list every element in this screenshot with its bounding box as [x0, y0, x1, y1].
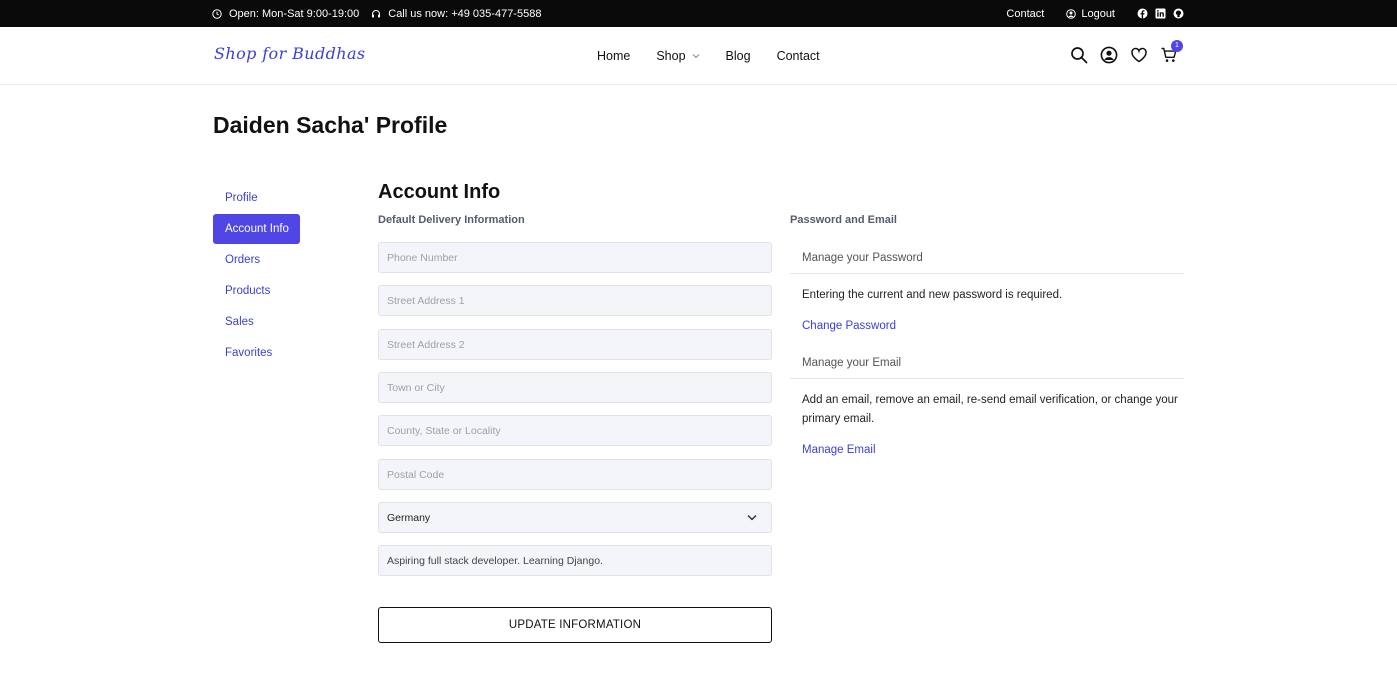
street-address-2-input[interactable]: Street Address 2 — [378, 329, 772, 360]
delivery-info-heading: Default Delivery Information — [378, 214, 525, 226]
account-icon[interactable] — [1100, 46, 1118, 64]
sidebar-item-account-info[interactable]: Account Info — [213, 214, 300, 244]
heart-icon[interactable] — [1130, 46, 1148, 64]
manage-email-link[interactable]: Manage Email — [802, 444, 876, 456]
postal-code-input[interactable]: Postal Code — [378, 459, 772, 490]
search-icon[interactable] — [1070, 46, 1088, 64]
headset-icon — [372, 9, 381, 17]
top-contact-link[interactable]: Contact — [1006, 8, 1044, 20]
street-address-1-input[interactable]: Street Address 1 — [378, 285, 772, 316]
change-password-link[interactable]: Change Password — [802, 320, 896, 332]
opening-hours-text: Open: Mon-Sat 9:00-19:00 — [229, 7, 360, 20]
email-description: Add an email, remove an email, re-send e… — [802, 394, 1178, 425]
profile-sidebar: Profile Account Info Orders Products Sal… — [213, 183, 303, 369]
nav-shop[interactable]: Shop — [656, 49, 699, 63]
manage-password-title: Manage your Password — [790, 242, 1184, 274]
linkedin-icon[interactable] — [1155, 8, 1166, 19]
sidebar-item-sales[interactable]: Sales — [213, 307, 303, 337]
bio-input[interactable]: Aspiring full stack developer. Learning … — [378, 545, 772, 576]
sidebar-item-orders[interactable]: Orders — [213, 245, 303, 275]
sidebar-item-products[interactable]: Products — [213, 276, 303, 306]
country-select[interactable]: Germany — [378, 502, 772, 533]
nav-home[interactable]: Home — [597, 49, 630, 63]
password-email-heading: Password and Email — [790, 214, 897, 226]
nav-blog[interactable]: Blog — [726, 49, 751, 63]
update-information-button[interactable]: UPDATE INFORMATION — [378, 607, 772, 643]
main-navbar: Shop for Buddhas Home Shop Blog Contact … — [0, 27, 1397, 85]
cart-button[interactable]: 1 — [1160, 40, 1183, 64]
nav-icon-group: 1 — [1070, 40, 1190, 64]
county-state-input[interactable]: County, State or Locality — [378, 415, 772, 446]
chevron-down-icon — [747, 515, 757, 521]
main-nav: Home Shop Blog Contact — [597, 27, 846, 85]
facebook-icon[interactable] — [1137, 8, 1148, 19]
phone-number-input[interactable]: Phone Number — [378, 242, 772, 273]
password-description: Entering the current and new password is… — [802, 289, 1063, 301]
phone-text: Call us now: +49 035-477-5588 — [388, 7, 542, 20]
top-bar: Open: Mon-Sat 9:00-19:00 Call us now: +4… — [0, 0, 1397, 27]
sidebar-item-favorites[interactable]: Favorites — [213, 338, 303, 368]
section-title: Account Info — [378, 181, 501, 203]
country-select-value: Germany — [387, 511, 431, 524]
nav-shop-label: Shop — [656, 49, 686, 63]
logout-label: Logout — [1081, 7, 1115, 20]
sidebar-item-profile[interactable]: Profile — [213, 183, 303, 213]
opening-hours: Open: Mon-Sat 9:00-19:00 — [212, 8, 359, 20]
page-title: Daiden Sacha' Profile — [213, 112, 448, 138]
top-bar-actions: Contact Logout — [984, 0, 1184, 27]
site-logo[interactable]: Shop for Buddhas — [214, 44, 366, 63]
top-bar-info: Open: Mon-Sat 9:00-19:00 Call us now: +4… — [212, 0, 553, 27]
phone-info: Call us now: +49 035-477-5588 — [371, 8, 541, 20]
clock-icon — [212, 8, 222, 19]
logout-link[interactable]: Logout — [1066, 8, 1115, 20]
chevron-down-icon — [692, 54, 699, 59]
nav-contact[interactable]: Contact — [777, 49, 820, 63]
town-city-input[interactable]: Town or City — [378, 372, 772, 403]
user-circle-icon — [1066, 8, 1077, 19]
social-links — [1130, 8, 1184, 19]
cart-count-badge: 1 — [1171, 40, 1183, 52]
github-icon[interactable] — [1173, 8, 1184, 19]
manage-email-title: Manage your Email — [790, 347, 1184, 379]
